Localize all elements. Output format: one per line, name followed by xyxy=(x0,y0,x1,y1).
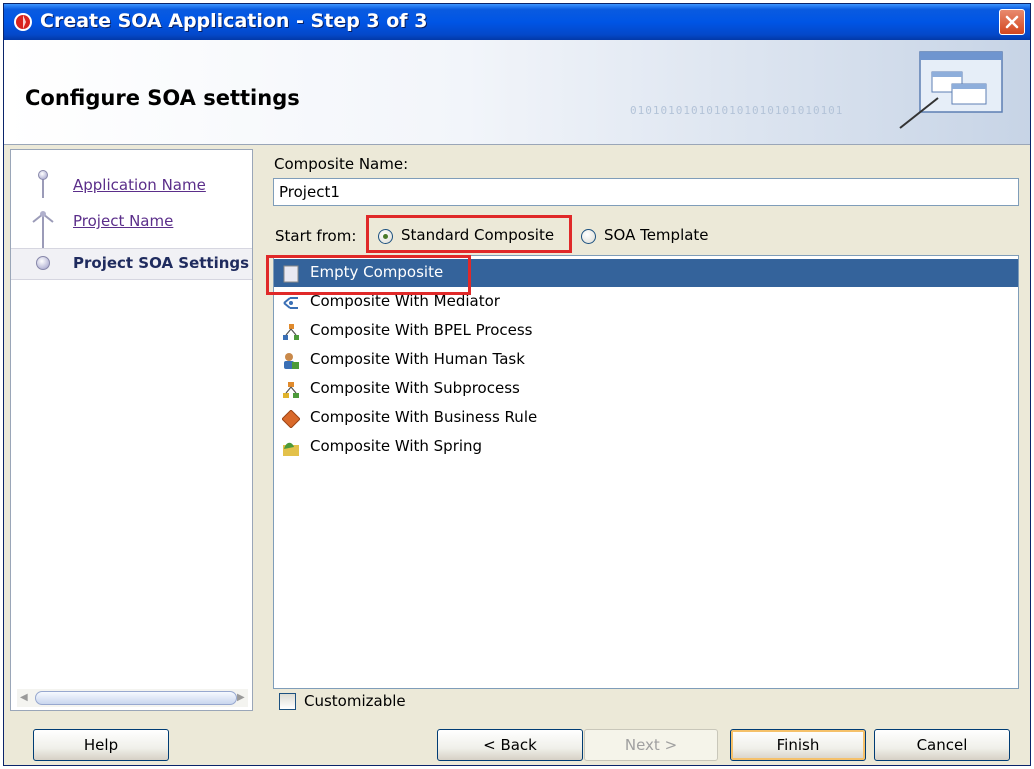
customizable-label[interactable]: Customizable xyxy=(304,692,406,710)
help-button[interactable]: Help xyxy=(33,729,169,761)
step-application-name[interactable]: Application Name xyxy=(73,176,206,194)
page-title: Configure SOA settings xyxy=(25,86,300,110)
window-title: Create SOA Application - Step 3 of 3 xyxy=(40,10,428,32)
sidebar-horizontal-scrollbar[interactable]: ◀ ▶ xyxy=(17,689,248,707)
list-item-label: Composite With Subprocess xyxy=(310,379,520,397)
spring-icon xyxy=(283,442,299,456)
current-step-icon xyxy=(36,256,50,270)
radio-selected-dot xyxy=(383,234,388,239)
close-icon xyxy=(1005,15,1019,29)
current-step-label: Project SOA Settings xyxy=(73,254,250,272)
scroll-right-icon[interactable]: ▶ xyxy=(237,692,245,703)
jdeveloper-app-icon xyxy=(14,13,32,31)
close-button[interactable] xyxy=(999,9,1025,35)
step-marker-icon xyxy=(32,211,54,223)
binary-decoration: 0101010101010101010101010101 xyxy=(630,104,844,117)
mediator-icon xyxy=(283,297,298,309)
standard-composite-radio[interactable] xyxy=(378,229,393,244)
cancel-button[interactable]: Cancel xyxy=(874,729,1010,761)
customizable-checkbox[interactable] xyxy=(279,693,296,710)
list-item-label: Composite With Spring xyxy=(310,437,483,455)
soa-template-radio[interactable] xyxy=(581,229,596,244)
business-rule-icon xyxy=(282,410,300,428)
empty-composite-highlight xyxy=(266,255,471,295)
step-project-name[interactable]: Project Name xyxy=(73,212,173,230)
scroll-thumb[interactable] xyxy=(35,691,237,705)
windows-graphic-icon xyxy=(899,51,1003,129)
list-item[interactable]: Composite With Business Rule xyxy=(274,404,1018,432)
list-item[interactable]: Composite With Spring xyxy=(274,433,1018,461)
list-item[interactable]: Composite With Human Task xyxy=(274,346,1018,374)
composite-name-input[interactable] xyxy=(273,178,1019,206)
wizard-header: Configure SOA settings 01010101010101010… xyxy=(4,40,1030,145)
subprocess-icon xyxy=(283,382,299,398)
list-item[interactable]: Composite With BPEL Process xyxy=(274,317,1018,345)
composite-template-list: Empty Composite Composite With Mediator … xyxy=(273,255,1019,689)
title-bar[interactable]: Create SOA Application - Step 3 of 3 xyxy=(4,4,1030,40)
next-button[interactable]: Next > xyxy=(584,729,718,761)
soa-template-label[interactable]: SOA Template xyxy=(604,226,709,244)
step-marker-icon xyxy=(38,170,48,180)
composite-name-label: Composite Name: xyxy=(274,155,409,173)
standard-composite-label[interactable]: Standard Composite xyxy=(401,226,554,244)
list-item-label: Composite With Business Rule xyxy=(310,408,538,426)
wizard-steps-panel: Application Name Project Name Project SO… xyxy=(10,149,253,711)
step-project-soa-settings[interactable]: Project SOA Settings xyxy=(11,248,252,280)
list-item-label: Composite With BPEL Process xyxy=(310,321,533,339)
bpel-process-icon xyxy=(283,324,299,340)
start-from-label: Start from: xyxy=(275,227,357,245)
human-task-icon xyxy=(284,353,299,369)
finish-button[interactable]: Finish xyxy=(730,729,866,761)
back-button[interactable]: < Back xyxy=(437,729,583,761)
create-soa-application-dialog: Create SOA Application - Step 3 of 3 Con… xyxy=(3,3,1031,766)
list-item-label: Composite With Human Task xyxy=(310,350,525,368)
list-item[interactable]: Composite With Subprocess xyxy=(274,375,1018,403)
scroll-left-icon[interactable]: ◀ xyxy=(20,692,28,703)
